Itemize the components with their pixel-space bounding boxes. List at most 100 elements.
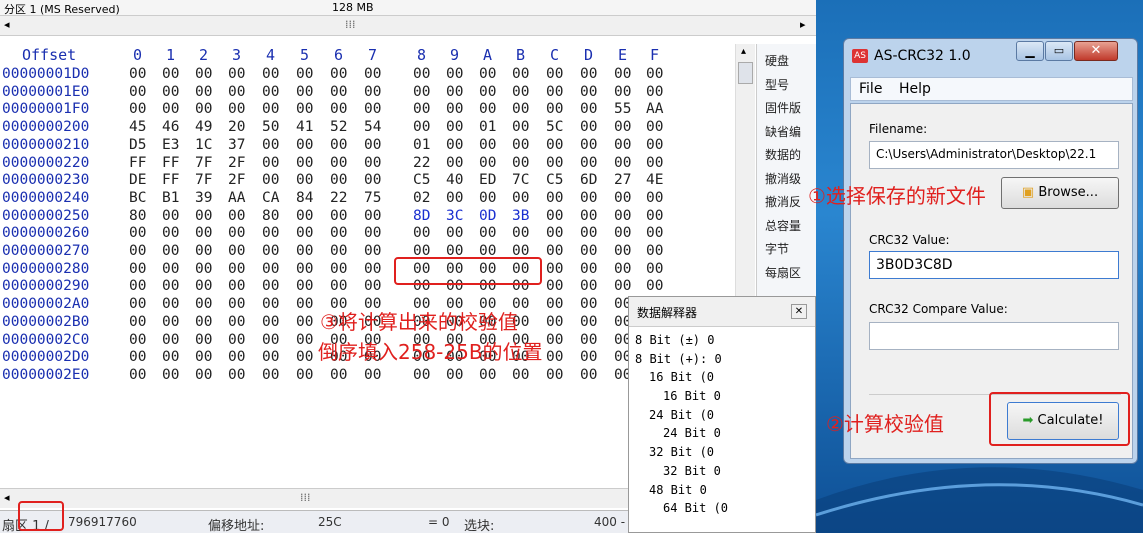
hex-byte[interactable]: 00 xyxy=(512,84,534,102)
maximize-button[interactable]: ▭ xyxy=(1045,41,1073,61)
hex-byte[interactable]: 39 xyxy=(195,190,217,208)
hex-row[interactable]: 0000000220 FF FF 7F 2F 00 00 00 00 22 00 00 00 00 00 00… xyxy=(0,155,680,173)
hex-byte[interactable]: 00 xyxy=(580,278,602,296)
hex-row[interactable]: 00000001F0 00 00 00 00 00 00 00 00 00 00 00 00 00 00 55… xyxy=(0,101,680,119)
hex-byte[interactable]: 7F xyxy=(195,155,217,173)
hex-byte[interactable]: 00 xyxy=(546,101,568,119)
hex-byte[interactable]: 52 xyxy=(330,119,352,137)
hex-byte[interactable]: 00 xyxy=(195,332,217,350)
hex-byte[interactable]: 00 xyxy=(646,190,668,208)
hex-byte[interactable]: 00 xyxy=(446,84,468,102)
hex-byte[interactable]: 00 xyxy=(614,225,636,243)
hex-byte[interactable]: 00 xyxy=(413,119,435,137)
hex-byte[interactable]: 00 xyxy=(195,225,217,243)
hex-byte[interactable]: 00 xyxy=(262,155,284,173)
hex-byte[interactable]: 5C xyxy=(546,119,568,137)
hex-byte[interactable]: 00 xyxy=(546,243,568,261)
hex-byte[interactable]: 00 xyxy=(512,367,534,385)
hex-byte[interactable]: 00 xyxy=(646,66,668,84)
hex-byte[interactable]: 50 xyxy=(262,119,284,137)
hex-byte[interactable]: 00 xyxy=(296,296,318,314)
hex-byte[interactable]: 00 xyxy=(228,332,250,350)
hex-row[interactable]: 0000000230 DE FF 7F 2F 00 00 00 00 C5 40 ED 7C C5 6D 27… xyxy=(0,172,680,190)
hex-byte[interactable]: 00 xyxy=(646,225,668,243)
hex-byte[interactable]: 46 xyxy=(162,119,184,137)
minimize-button[interactable]: ▁ xyxy=(1016,41,1044,61)
hex-byte[interactable]: 6D xyxy=(580,172,602,190)
hex-byte[interactable]: 00 xyxy=(646,119,668,137)
hex-byte[interactable]: 00 xyxy=(646,243,668,261)
hex-byte[interactable]: 45 xyxy=(129,119,151,137)
hex-byte[interactable]: 27 xyxy=(614,172,636,190)
hex-row[interactable]: 0000000250 80 00 00 00 80 00 00 00 8D 3C 0D 3B 00 00 00… xyxy=(0,208,680,226)
hex-byte[interactable]: 00 xyxy=(162,261,184,279)
hex-byte[interactable]: 00 xyxy=(479,225,501,243)
hex-byte[interactable]: 00 xyxy=(262,137,284,155)
hex-byte[interactable]: 00 xyxy=(296,261,318,279)
hex-byte[interactable]: 00 xyxy=(364,155,386,173)
hex-byte[interactable]: 00 xyxy=(262,101,284,119)
hex-byte[interactable]: AA xyxy=(646,101,668,119)
menu-file[interactable]: File xyxy=(859,81,882,97)
hex-byte[interactable]: 7F xyxy=(195,172,217,190)
hex-byte[interactable]: 00 xyxy=(162,367,184,385)
hex-byte[interactable]: 00 xyxy=(580,101,602,119)
hex-byte[interactable]: 02 xyxy=(413,190,435,208)
browse-button[interactable]: ▣ Browse... xyxy=(1001,177,1119,209)
hex-byte[interactable]: 00 xyxy=(129,101,151,119)
hex-byte[interactable]: 00 xyxy=(614,208,636,226)
scroll-up-icon[interactable]: ▴ xyxy=(741,46,746,57)
hex-byte[interactable]: 00 xyxy=(296,101,318,119)
hex-byte[interactable]: 00 xyxy=(228,66,250,84)
hex-byte[interactable]: 00 xyxy=(413,101,435,119)
hex-byte[interactable]: 00 xyxy=(162,314,184,332)
hex-byte[interactable]: 00 xyxy=(296,367,318,385)
hex-byte[interactable]: 00 xyxy=(296,225,318,243)
hex-byte[interactable]: 00 xyxy=(129,367,151,385)
hex-byte[interactable]: FF xyxy=(162,155,184,173)
hex-byte[interactable]: 00 xyxy=(546,137,568,155)
hex-byte[interactable]: 3C xyxy=(446,208,468,226)
hex-byte[interactable]: 00 xyxy=(546,261,568,279)
hex-byte[interactable]: 00 xyxy=(580,84,602,102)
hex-byte[interactable]: 00 xyxy=(512,225,534,243)
hex-byte[interactable]: 00 xyxy=(646,208,668,226)
hex-byte[interactable]: 00 xyxy=(546,367,568,385)
hex-byte[interactable]: 00 xyxy=(162,101,184,119)
hex-byte[interactable]: 00 xyxy=(512,101,534,119)
hex-byte[interactable]: 00 xyxy=(546,314,568,332)
hex-byte[interactable]: 00 xyxy=(364,243,386,261)
hex-byte[interactable]: 00 xyxy=(262,349,284,367)
hex-byte[interactable]: 00 xyxy=(364,278,386,296)
hex-byte[interactable]: 00 xyxy=(479,367,501,385)
hex-byte[interactable]: 00 xyxy=(512,119,534,137)
hex-byte[interactable]: 00 xyxy=(162,243,184,261)
hex-byte[interactable]: 00 xyxy=(479,137,501,155)
hex-byte[interactable]: 00 xyxy=(446,155,468,173)
hex-byte[interactable]: 00 xyxy=(646,261,668,279)
hex-byte[interactable]: 40 xyxy=(446,172,468,190)
hex-byte[interactable]: 75 xyxy=(364,190,386,208)
hex-byte[interactable]: 00 xyxy=(364,225,386,243)
hex-byte[interactable]: 00 xyxy=(512,66,534,84)
hex-byte[interactable]: 00 xyxy=(195,101,217,119)
hex-byte[interactable]: C5 xyxy=(413,172,435,190)
hex-byte[interactable]: 00 xyxy=(330,208,352,226)
hex-byte[interactable]: 00 xyxy=(580,119,602,137)
hex-byte[interactable]: 00 xyxy=(296,243,318,261)
hex-byte[interactable]: 00 xyxy=(580,155,602,173)
hex-byte[interactable]: 00 xyxy=(228,314,250,332)
hex-byte[interactable]: 00 xyxy=(228,296,250,314)
hex-byte[interactable]: 00 xyxy=(479,84,501,102)
hex-row[interactable]: 00000001D0 00 00 00 00 00 00 00 00 00 00 00 00 00 00 00… xyxy=(0,66,680,84)
hex-byte[interactable]: 00 xyxy=(129,243,151,261)
hex-byte[interactable]: 00 xyxy=(228,278,250,296)
hex-byte[interactable]: 8D xyxy=(413,208,435,226)
hex-byte[interactable]: 00 xyxy=(195,84,217,102)
hex-byte[interactable]: 00 xyxy=(580,349,602,367)
hex-byte[interactable]: 00 xyxy=(262,84,284,102)
hex-row[interactable]: 0000000210 D5 E3 1C 37 00 00 00 00 01 00 00 00 00 00 00… xyxy=(0,137,680,155)
hex-byte[interactable]: 2F xyxy=(228,155,250,173)
hex-byte[interactable]: 00 xyxy=(228,225,250,243)
hex-byte[interactable]: 00 xyxy=(262,66,284,84)
